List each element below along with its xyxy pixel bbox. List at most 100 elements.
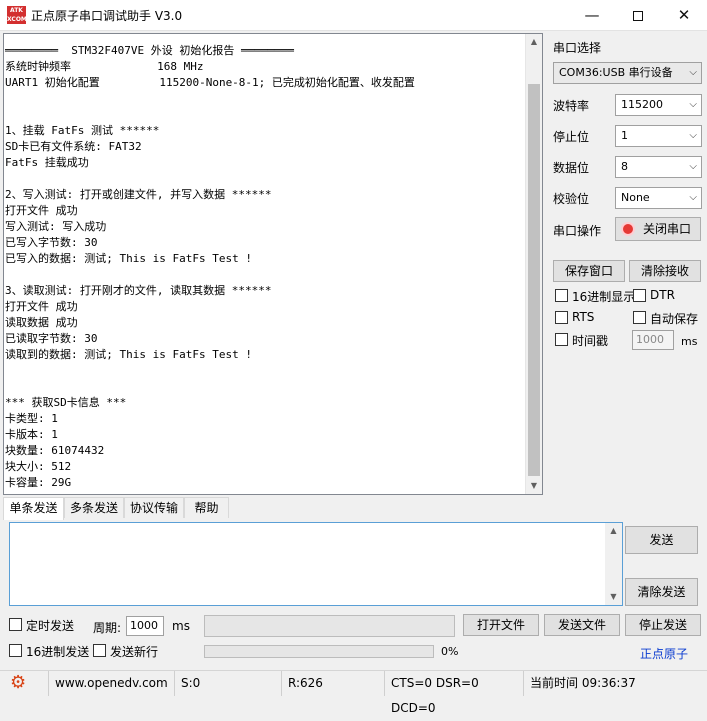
receive-line: 卡容量: 29G (5, 476, 72, 489)
scroll-up-icon[interactable]: ▲ (605, 523, 622, 539)
status-received-count: R:626 (281, 671, 382, 696)
gear-icon[interactable]: ⚙ (10, 673, 26, 693)
chevron-down-icon: ⌵ (689, 130, 697, 141)
send-input[interactable]: ▲ ▼ (9, 522, 623, 606)
chevron-down-icon: ⌵ (689, 67, 697, 78)
status-url[interactable]: www.openedv.com (48, 671, 172, 696)
status-sent-count: S:0 (174, 671, 280, 696)
stop-bits-value: 1 (621, 129, 628, 142)
minimize-icon: — (584, 6, 600, 24)
receive-line: 写入测试: 写入成功 (5, 220, 107, 233)
chevron-down-icon: ⌵ (689, 161, 697, 172)
period-input[interactable]: 1000 (126, 616, 164, 636)
receive-line: 读取数据 成功 (5, 316, 78, 329)
brand-link[interactable]: 正点原子 (640, 645, 688, 662)
file-path-field[interactable] (204, 615, 455, 637)
tab-single-send[interactable]: 单条发送 (3, 497, 64, 520)
dtr-checkbox[interactable] (633, 289, 646, 302)
auto-save-checkbox[interactable] (633, 311, 646, 324)
parity-value: None (621, 191, 650, 204)
receive-line: 2、写入测试: 打开或创建文件, 并写入数据 ****** (5, 188, 272, 201)
baud-value: 115200 (621, 98, 663, 111)
rts-label: RTS (572, 310, 595, 324)
port-label: 串口选择 (553, 41, 602, 55)
port-value: COM36:USB 串行设备 (559, 66, 673, 79)
hex-send-checkbox[interactable] (9, 644, 22, 657)
receive-line (5, 267, 526, 283)
scroll-up-icon[interactable]: ▲ (526, 34, 542, 50)
status-bar: ⚙ www.openedv.com S:0 R:626 CTS=0 DSR=0 … (0, 670, 707, 715)
close-button[interactable]: ✕ (661, 0, 707, 30)
scroll-down-icon[interactable]: ▼ (605, 589, 622, 605)
port-select[interactable]: COM36:USB 串行设备 ⌵ (553, 62, 702, 84)
receive-area[interactable]: ════════ STM32F407VE 外设 初始化报告 ════════ 系统… (3, 33, 543, 495)
send-newline-label: 发送新行 (110, 645, 159, 659)
baud-select[interactable]: 115200 ⌵ (615, 94, 702, 116)
send-button[interactable]: 发送 (625, 526, 698, 554)
receive-line: 打开文件 成功 (5, 300, 78, 313)
tab-multi-send[interactable]: 多条发送 (64, 497, 124, 518)
stop-bits-select[interactable]: 1 ⌵ (615, 125, 702, 147)
rts-checkbox[interactable] (555, 311, 568, 324)
window-title: 正点原子串口调试助手 V3.0 (31, 9, 183, 23)
port-status-icon (621, 222, 635, 236)
baud-label: 波特率 (553, 99, 590, 113)
hex-display-label: 16进制显示 (572, 290, 636, 304)
maximize-button[interactable] (615, 0, 661, 30)
receive-line: 块数量: 61074432 (5, 444, 105, 457)
chevron-down-icon: ⌵ (689, 99, 697, 110)
receive-line: 卡版本: 1 (5, 428, 58, 441)
status-time: 当前时间 09:36:37 (523, 671, 707, 696)
period-unit: ms (172, 619, 190, 633)
tab-protocol[interactable]: 协议传输 (124, 497, 184, 518)
dtr-label: DTR (650, 288, 675, 302)
open-file-button[interactable]: 打开文件 (463, 614, 539, 636)
close-port-button[interactable]: 关闭串口 (615, 217, 701, 241)
receive-line: 系统时钟频率 168 MHz (5, 60, 204, 73)
app-logo: ATK XCOM (7, 6, 27, 24)
receive-line: 读取到的数据: 测试; This is FatFs Test ! (5, 348, 252, 361)
title-bar: ATK XCOM 正点原子串口调试助手 V3.0 — ✕ (0, 0, 707, 31)
receive-line: 已写入字节数: 30 (5, 236, 98, 249)
scroll-thumb[interactable] (528, 84, 540, 476)
receive-line: 打开文件 成功 (5, 204, 78, 217)
scroll-down-icon[interactable]: ▼ (526, 478, 542, 494)
receive-line: 卡类型: 1 (5, 412, 58, 425)
data-bits-select[interactable]: 8 ⌵ (615, 156, 702, 178)
stop-bits-label: 停止位 (553, 130, 590, 144)
tab-help[interactable]: 帮助 (184, 497, 229, 518)
receive-line (5, 91, 526, 107)
parity-label: 校验位 (553, 192, 590, 206)
receive-line: 块大小: 512 (5, 460, 72, 473)
receive-line: ════════ STM32F407VE 外设 初始化报告 ════════ (5, 44, 294, 57)
timestamp-interval-input[interactable]: 1000 (632, 330, 674, 350)
receive-line: UART1 初始化配置 115200-None-8-1; 已完成初始化配置、收发… (5, 76, 415, 89)
chevron-down-icon: ⌵ (689, 192, 697, 203)
send-progress-text: 0% (441, 645, 459, 658)
stop-send-button[interactable]: 停止发送 (625, 614, 701, 636)
minimize-button[interactable]: — (569, 0, 615, 30)
auto-save-label: 自动保存 (650, 312, 699, 326)
clear-send-button[interactable]: 清除发送 (625, 578, 698, 606)
save-window-button[interactable]: 保存窗口 (553, 260, 625, 282)
data-bits-label: 数据位 (553, 161, 590, 175)
send-file-button[interactable]: 发送文件 (544, 614, 620, 636)
send-scrollbar[interactable]: ▲ ▼ (605, 523, 622, 605)
send-newline-checkbox[interactable] (93, 644, 106, 657)
receive-line (5, 171, 526, 187)
timed-send-checkbox[interactable] (9, 618, 22, 631)
timestamp-label: 时间戳 (572, 334, 609, 348)
receive-text[interactable]: ════════ STM32F407VE 外设 初始化报告 ════════ 系统… (4, 34, 526, 494)
parity-select[interactable]: None ⌵ (615, 187, 702, 209)
receive-scrollbar[interactable]: ▲ ▼ (525, 34, 542, 494)
hex-display-checkbox[interactable] (555, 289, 568, 302)
clear-receive-button[interactable]: 清除接收 (629, 260, 701, 282)
maximize-icon (633, 10, 643, 21)
receive-line: 1、挂载 FatFs 测试 ****** (5, 124, 160, 137)
timestamp-unit: ms (681, 335, 698, 348)
receive-line (5, 363, 526, 379)
close-icon: ✕ (677, 6, 691, 24)
timestamp-checkbox[interactable] (555, 333, 568, 346)
receive-line (5, 379, 526, 395)
port-operation-label: 串口操作 (553, 224, 602, 238)
